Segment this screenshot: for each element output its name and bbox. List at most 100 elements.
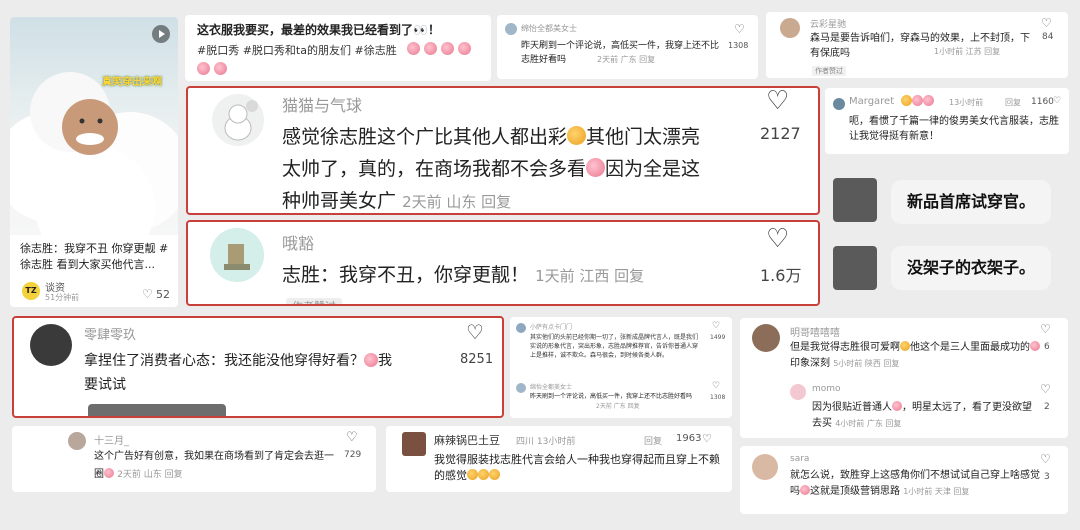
chat-bubble: 没架子的衣架子。 [891, 246, 1051, 290]
comment-meta[interactable]: 1小时前 江苏 回复 [934, 46, 1000, 57]
media-thumbnail[interactable] [88, 404, 226, 416]
comment-text-line: 志胜：我穿不丑，你穿更靓！ 1天前 江西 回复 [282, 264, 645, 286]
thumb-up-icon[interactable]: ♡ [1053, 96, 1061, 106]
like-count: 1160 [1031, 97, 1054, 107]
like-count: 729 [344, 450, 362, 460]
thumb-up-icon[interactable]: ♡ [702, 432, 712, 445]
avatar[interactable] [212, 94, 264, 146]
comment-card-c9: Margaret 13小时前 回复 1160 ♡ 呃，看惯了千篇一律的俊男美女代… [825, 88, 1069, 154]
comment-card-c2: 猫猫与气球 感觉徐志胜这个广比其他人都出彩 其他门太漂亮 太帅了，真的，在商场我都… [186, 86, 820, 215]
avatar[interactable] [780, 18, 800, 38]
emoji-icon [364, 352, 378, 367]
emoji-icon [800, 485, 810, 496]
comment-text: 其实他们的头前已经你期一切了，张新成晶牌代言人，既是我们实说的形象代言，突出形象… [530, 334, 699, 359]
post-image[interactable]: 真笑穿出来啊 [10, 17, 178, 235]
like-count: 1308 [710, 394, 726, 401]
avatar[interactable] [505, 23, 517, 35]
comment-meta[interactable]: 2天前 山东 回复 [117, 470, 182, 480]
avatar[interactable] [68, 432, 86, 450]
heart-icon[interactable]: ♡ [766, 224, 789, 254]
comment-user[interactable]: 小萨有点卡门门 [530, 322, 572, 331]
comment-user[interactable]: 猫猫与气球 [282, 92, 362, 116]
chat-bubble: 新品首席试穿官。 [891, 180, 1051, 224]
emoji-icon [197, 62, 228, 77]
avatar[interactable] [210, 228, 264, 282]
comment-tags[interactable]: #脱口秀 #脱口秀和ta的朋友们 #徐志胜 [197, 42, 397, 58]
comment-text-line: 拿捏住了消费者心态：我还能没他穿得好看？我 [84, 352, 392, 369]
comment-meta[interactable]: 2天前 广东 回复 [596, 401, 640, 410]
like-count: 8251 [460, 352, 494, 367]
post-time: 51分钟前 [45, 293, 80, 302]
avatar[interactable] [833, 98, 845, 110]
like-count: 3 [1044, 472, 1050, 482]
avatar[interactable] [516, 383, 526, 393]
comment-text-line: 感觉徐志胜这个广比其他人都出彩 其他门太漂亮 [282, 126, 701, 148]
comment-text-line: 但是我觉得志胜很可爱啊 他这个是三人里面最成功的印象深刻 5小时前 陕西 回复 [790, 340, 1040, 372]
heart-icon[interactable]: ♡ [1041, 16, 1052, 30]
heart-icon[interactable]: ♡ [734, 22, 745, 36]
author-avatar[interactable]: TZ [22, 282, 40, 300]
avatar[interactable] [790, 384, 806, 400]
comment-user[interactable]: 哦豁 [282, 230, 314, 254]
comment-meta[interactable]: 5小时前 陕西 回复 [833, 359, 899, 368]
comment-meta[interactable]: 2天前 山东 回复 [402, 193, 511, 211]
comment-user[interactable]: 绵怡全都美女士 [530, 382, 572, 391]
heart-icon[interactable]: ♡ [466, 320, 484, 344]
comment-user[interactable]: 麻辣锅巴土豆 [434, 432, 500, 448]
heart-icon[interactable]: ♡ [142, 287, 153, 301]
fluffy-costume-illustration [10, 72, 178, 235]
avatar[interactable] [752, 454, 778, 480]
like-count: 6 [1044, 342, 1050, 352]
comment-text-line: 这个广告好有创意，我如果在商场看到了肯定会去逛一圈 2天前 山东 回复 [94, 451, 334, 480]
heart-icon[interactable]: ♡ [712, 321, 720, 331]
comment-text-line: 就怎么说，致胜穿上这感角你们不想试试自己穿上啥感觉吗 这就是顶级营销思路 1小时前… [790, 470, 1040, 497]
comment-user[interactable]: 明哥嘻嘻嘻 [790, 324, 840, 339]
heart-icon[interactable]: ♡ [766, 88, 789, 116]
comment-text: 这衣服我要买，最差的效果我已经看到了👀！ [197, 23, 440, 37]
emoji-icon [467, 469, 478, 481]
like-count: 1308 [728, 41, 749, 50]
comment-user[interactable]: 云彩星驰 [810, 17, 846, 30]
comment-meta[interactable]: 2天前 广东 回复 [597, 54, 655, 65]
like-count: 1.6万 [760, 266, 802, 285]
comment-meta[interactable]: 1天前 江西 回复 [535, 267, 644, 285]
heart-icon[interactable]: ♡ [1040, 322, 1051, 336]
like-count: 2 [1044, 402, 1050, 412]
comment-user[interactable]: sara [790, 454, 809, 464]
like-count: 1499 [710, 334, 726, 341]
comment-card-c10: 小萨有点卡门门 其实他们的头前已经你期一切了，张新成晶牌代言人，既是我们实说的形… [510, 317, 732, 418]
emoji-icon [567, 126, 587, 146]
reply-link[interactable]: 回复 [644, 434, 662, 447]
reply-link[interactable]: 回复 [1005, 97, 1021, 108]
avatar[interactable] [402, 432, 426, 456]
comment-meta[interactable]: 4小时前 广东 回复 [835, 419, 901, 428]
comment-user[interactable]: momo [812, 384, 841, 394]
post-card[interactable]: 真笑穿出来啊 徐志胜：我穿不丑 你穿更靓 # 徐志胜 看到大家买他代言... T… [10, 17, 178, 307]
comment-user[interactable]: 十三月_ [94, 432, 129, 447]
heart-icon[interactable]: ♡ [346, 430, 358, 445]
like-count: 84 [1042, 32, 1054, 42]
comment-text-line: 种帅哥美女广 2天前 山东 回复 [282, 190, 512, 212]
like-count: 2127 [760, 124, 801, 143]
comment-card-c3: 哦豁 志胜：我穿不丑，你穿更靓！ 1天前 江西 回复 作者赞过 ♡ 1.6万 [186, 220, 820, 306]
avatar[interactable] [30, 324, 72, 366]
heart-icon[interactable]: ♡ [712, 381, 720, 391]
avatar[interactable] [752, 324, 780, 352]
avatar[interactable] [833, 246, 877, 290]
comment-text: 呃，看惯了千篇一律的俊男美女代言服装，志胜让我觉得挺有新意！ [849, 116, 1059, 142]
comment-meta: 四川 13小时前 [516, 437, 576, 447]
avatar[interactable] [833, 178, 877, 222]
heart-icon[interactable]: ♡ [1040, 382, 1051, 396]
like-count: 1963 [676, 433, 702, 444]
comment-card-c6: 麻辣锅巴土豆 四川 13小时前 回复 1963 ♡ 我觉得服装找志胜代言会给人一… [386, 426, 732, 492]
heart-icon[interactable]: ♡ [1040, 452, 1051, 466]
comment-user[interactable]: 零肆零玖 [84, 324, 136, 343]
post-title[interactable]: 徐志胜：我穿不丑 你穿更靓 # 徐志胜 看到大家买他代言... [20, 241, 172, 273]
video-play-icon[interactable] [152, 25, 170, 43]
comment-meta[interactable]: 1小时前 天津 回复 [903, 487, 969, 496]
comment-card-c8: 云彩星驰 森马是要告诉咱们，穿森马的效果，上不封顶，下有保底吗 1小时前 江苏 … [766, 12, 1068, 78]
comment-text-line: 我觉得服装找志胜代言会给人一种我也穿得起而且穿上不赖的感觉 [434, 453, 720, 482]
comment-user[interactable]: Margaret [849, 96, 894, 107]
comment-user[interactable]: 绵怡全都美女士 [521, 23, 577, 34]
avatar[interactable] [516, 323, 526, 333]
